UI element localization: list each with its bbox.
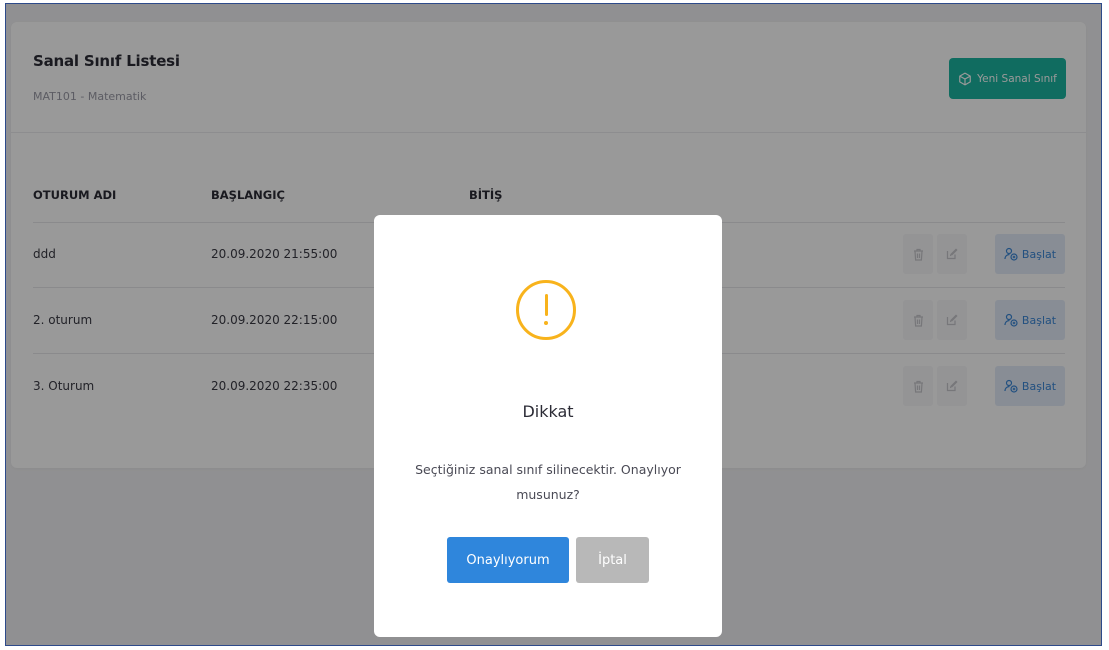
- warning-icon: [516, 280, 576, 340]
- dialog-title: Dikkat: [522, 402, 574, 421]
- confirm-button[interactable]: Onaylıyorum: [447, 537, 569, 583]
- warning-icon-dot: [544, 321, 548, 325]
- confirm-delete-dialog: Dikkat Seçtiğiniz sanal sınıf silinecekt…: [374, 215, 722, 637]
- cancel-button[interactable]: İptal: [576, 537, 649, 583]
- warning-icon-bar: [544, 294, 548, 316]
- dialog-message: Seçtiğiniz sanal sınıf silinecektir. Ona…: [415, 462, 681, 502]
